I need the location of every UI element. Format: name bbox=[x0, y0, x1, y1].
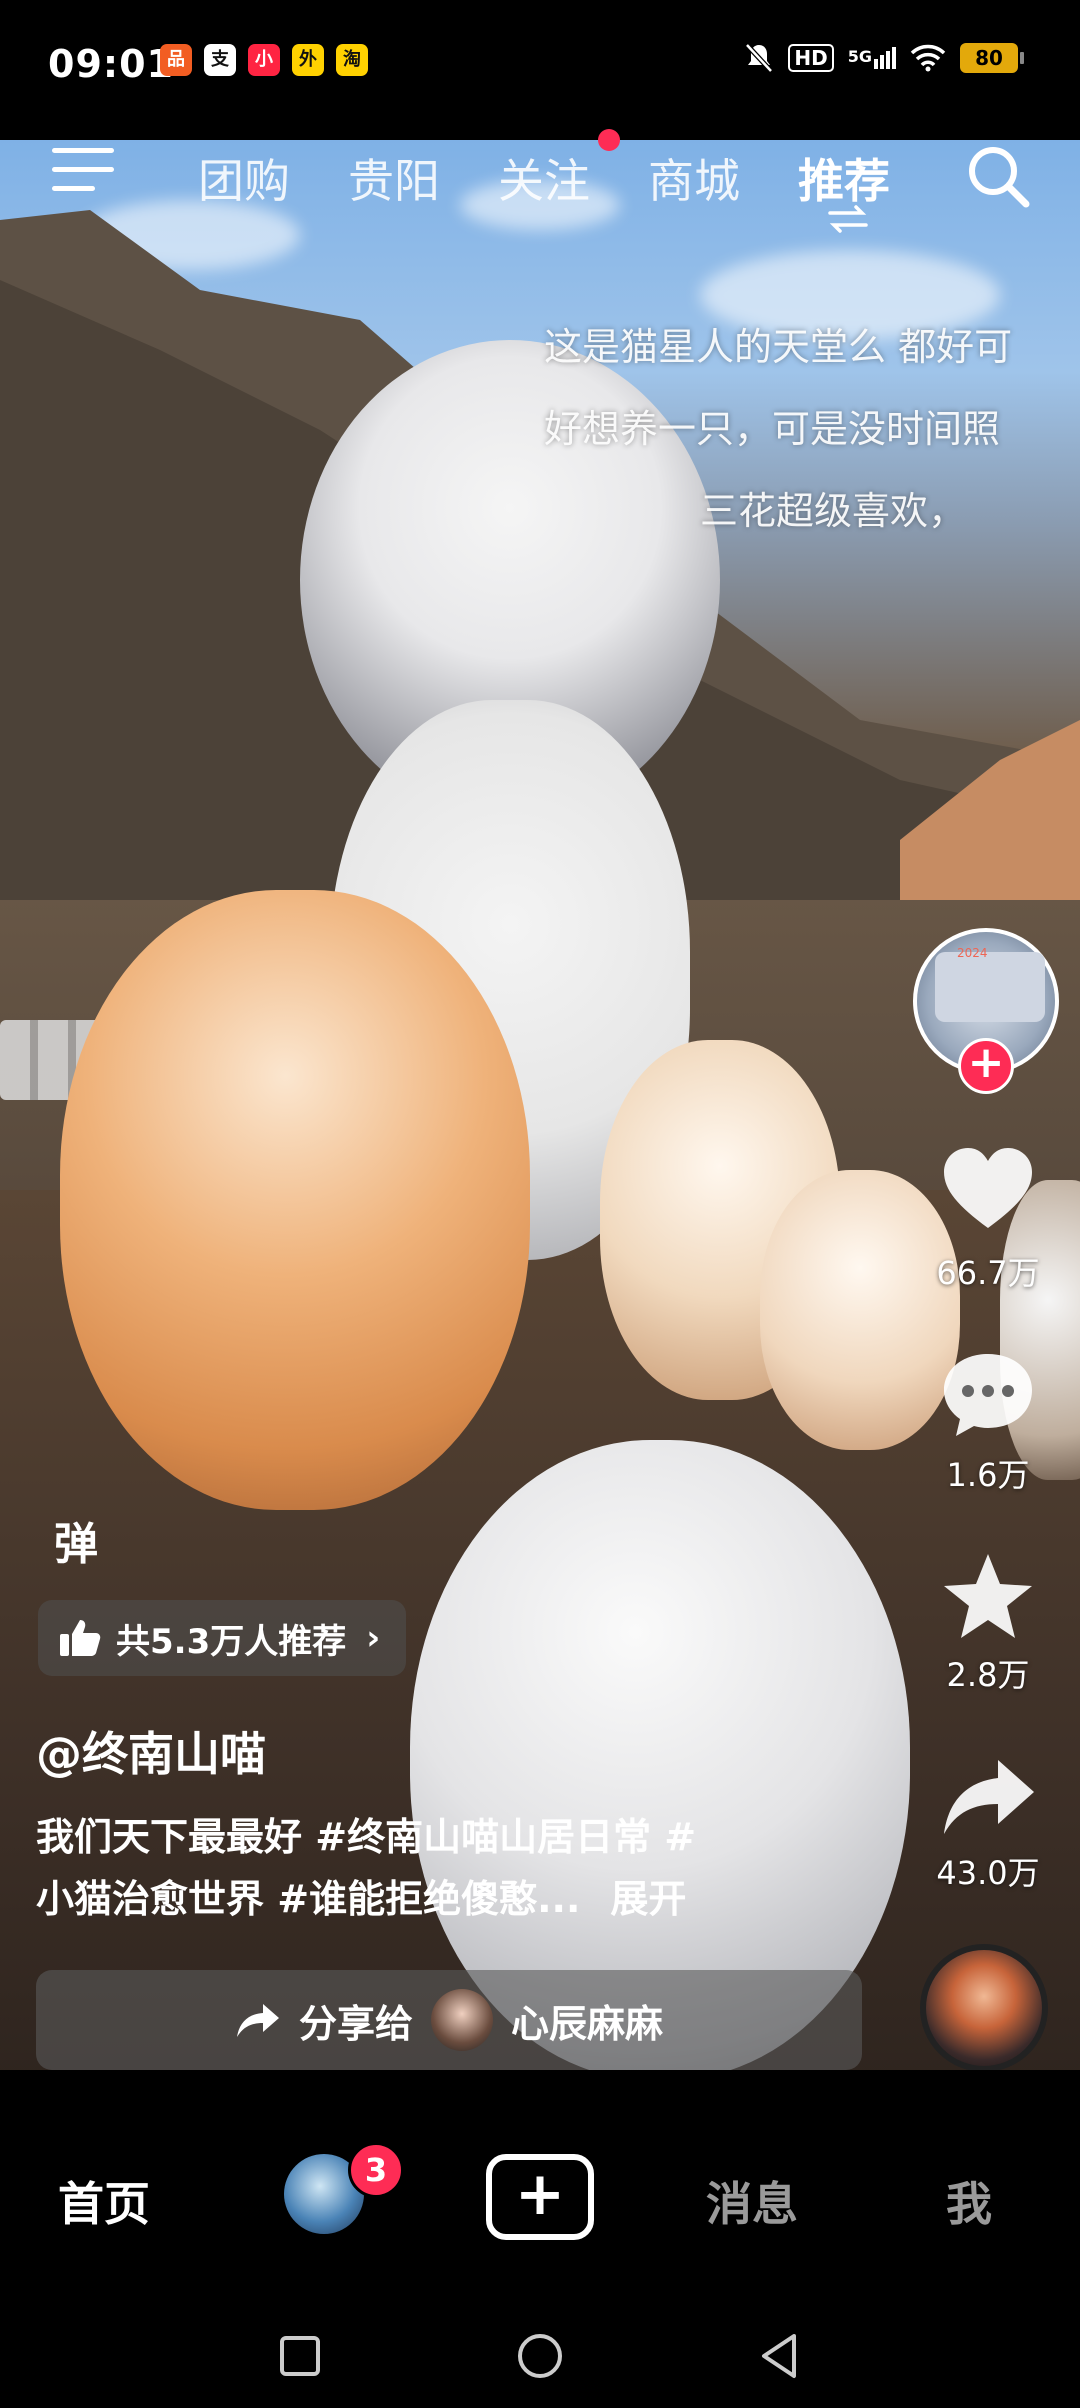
video-description: 我们天下最最好 #终南山喵山居日常 # 小猫治愈世界 #谁能拒绝傻憨... 展开 bbox=[36, 1806, 816, 1930]
favorite-star-icon[interactable] bbox=[938, 1548, 1038, 1648]
tab-mall[interactable]: 商城 bbox=[648, 145, 740, 211]
danmu-comment-3: 三花超级喜欢， bbox=[700, 489, 967, 533]
thumbs-up-icon bbox=[60, 1620, 101, 1656]
like-count: 66.7万 bbox=[936, 1254, 1040, 1292]
share-to-label: 分享给 bbox=[298, 2001, 413, 2046]
status-app-icons: 品 支 小 外 淘 bbox=[160, 44, 368, 76]
share-arrow-icon[interactable] bbox=[938, 1748, 1038, 1848]
meituan-icon: 品 bbox=[160, 44, 192, 76]
wifi-icon bbox=[910, 44, 946, 72]
recommend-count: 共5.3万人推荐 bbox=[116, 1621, 347, 1662]
menu-icon[interactable] bbox=[52, 148, 114, 200]
share-to-friend-bar[interactable]: 分享给 心辰麻麻 bbox=[36, 1970, 862, 2070]
tab-guiyang[interactable]: 贵阳 bbox=[348, 145, 440, 211]
alipay-icon: 支 bbox=[204, 44, 236, 76]
nav-me[interactable]: 我 bbox=[946, 2168, 992, 2234]
xiaohongshu-icon: 小 bbox=[248, 44, 280, 76]
orange-cat bbox=[60, 890, 530, 1510]
tab-group-buy[interactable]: 团购 bbox=[198, 145, 290, 211]
friend-name: 心辰麻麻 bbox=[511, 2001, 664, 2046]
nav-home[interactable]: 首页 bbox=[58, 2168, 150, 2234]
hashtag-3[interactable]: #谁能拒绝傻憨... bbox=[264, 1877, 580, 1921]
tab-recommend[interactable]: 推荐 bbox=[798, 145, 890, 211]
nav-messages[interactable]: 消息 bbox=[706, 2168, 798, 2234]
search-icon[interactable] bbox=[964, 142, 1032, 210]
share-forward-icon bbox=[236, 2004, 279, 2037]
battery-icon: 80 bbox=[960, 43, 1024, 73]
cream-kitten bbox=[760, 1170, 960, 1450]
hashtag-1[interactable]: #终南山喵山居日常 bbox=[315, 1815, 651, 1859]
expand-button[interactable]: 展开 bbox=[610, 1877, 686, 1921]
friends-badge: 3 bbox=[348, 2142, 404, 2198]
following-notification-dot bbox=[598, 129, 620, 151]
desc-text: 我们天下最最好 bbox=[36, 1815, 316, 1859]
danmu-toggle-icon[interactable]: 弹 bbox=[54, 1508, 98, 1572]
signal-icon: 5G bbox=[848, 47, 896, 69]
favorite-count: 2.8万 bbox=[946, 1656, 1030, 1694]
status-bar: 09:01 品 支 小 外 淘 HD 5G 80 bbox=[0, 0, 1080, 140]
comment-count: 1.6万 bbox=[946, 1456, 1030, 1494]
status-time: 09:01 bbox=[48, 42, 174, 86]
like-heart-icon[interactable] bbox=[938, 1140, 1038, 1240]
taotao-icon: 淘 bbox=[336, 44, 368, 76]
friend-avatar bbox=[431, 1989, 493, 2051]
create-post-button[interactable]: + bbox=[486, 2154, 594, 2240]
danmu-comment-1: 这是猫星人的天堂么 都好可 bbox=[544, 325, 1013, 369]
tab-following[interactable]: 关注 bbox=[498, 145, 590, 211]
status-right: HD 5G 80 bbox=[744, 42, 1024, 74]
recommend-pill[interactable]: 共5.3万人推荐 › bbox=[38, 1600, 407, 1676]
back-triangle-icon[interactable] bbox=[750, 2326, 810, 2386]
hd-indicator: HD bbox=[788, 44, 834, 72]
author-name[interactable]: @终南山喵 bbox=[36, 1718, 266, 1784]
comment-icon[interactable] bbox=[938, 1344, 1038, 1444]
switch-arrows-icon[interactable] bbox=[826, 204, 870, 234]
home-circle-icon[interactable] bbox=[510, 2326, 570, 2386]
mute-bell-icon bbox=[745, 43, 774, 73]
hashtag-2[interactable]: 小猫治愈世界 bbox=[36, 1877, 264, 1921]
meituan-waimai-icon: 外 bbox=[292, 44, 324, 76]
music-disc[interactable] bbox=[920, 1944, 1048, 2072]
hashtag-2-start[interactable]: # bbox=[651, 1815, 696, 1859]
recent-apps-icon[interactable] bbox=[270, 2326, 330, 2386]
follow-button[interactable]: + bbox=[958, 1038, 1014, 1094]
share-count: 43.0万 bbox=[936, 1854, 1040, 1892]
chevron-right-icon: › bbox=[366, 1618, 381, 1658]
danmu-comment-2: 好想养一只，可是没时间照 bbox=[544, 407, 1001, 451]
